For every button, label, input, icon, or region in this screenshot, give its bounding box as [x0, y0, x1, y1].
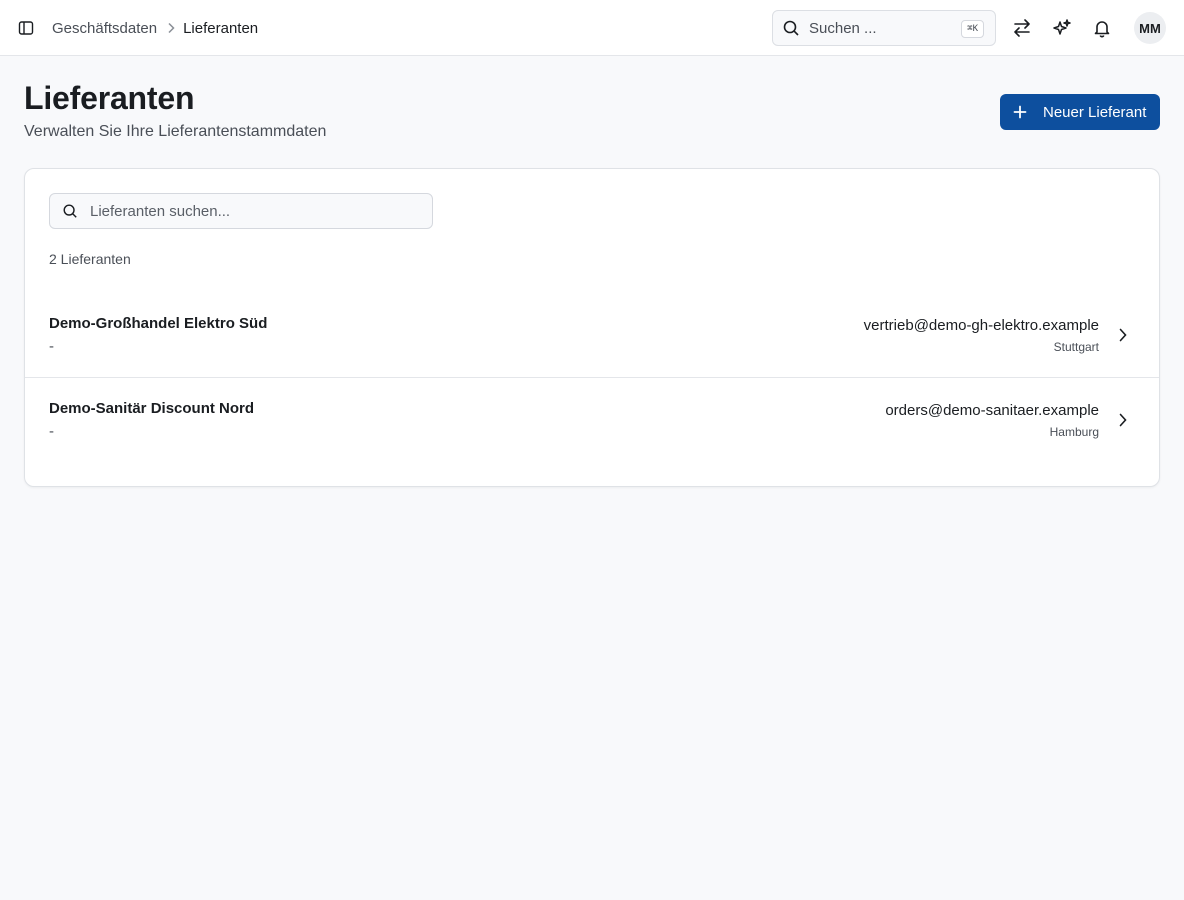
supplier-search-field[interactable]	[49, 193, 433, 229]
chevron-right-icon	[1115, 325, 1131, 345]
switch-button[interactable]	[1008, 14, 1036, 42]
keyboard-shortcut-badge: ⌘K	[961, 20, 984, 38]
supplier-subtitle: -	[49, 423, 54, 440]
page-subtitle: Verwalten Sie Ihre Lieferantenstammdaten	[24, 123, 327, 140]
supplier-row[interactable]: Demo-Sanitär Discount Nord - orders@demo…	[25, 378, 1159, 463]
user-avatar[interactable]: MM	[1134, 12, 1166, 44]
breadcrumb-current: Lieferanten	[183, 19, 259, 37]
supplier-email: orders@demo-sanitaer.example	[885, 402, 1099, 419]
top-bar: Geschäftsdaten Lieferanten Suchen ... ⌘K…	[0, 0, 1184, 56]
supplier-city: Stuttgart	[1053, 340, 1099, 354]
breadcrumb: Geschäftsdaten Lieferanten	[52, 0, 258, 56]
new-supplier-button[interactable]: Neuer Lieferant	[1000, 94, 1160, 130]
global-search-placeholder: Suchen ...	[809, 19, 877, 37]
sidebar-toggle-icon	[18, 21, 34, 35]
global-search-input[interactable]: Suchen ... ⌘K	[772, 10, 996, 46]
sparkles-icon	[1053, 19, 1071, 35]
supplier-email: vertrieb@demo-gh-elektro.example	[863, 317, 1099, 334]
plus-icon	[1013, 105, 1027, 119]
supplier-count: 2 Lieferanten	[49, 251, 131, 267]
bell-icon	[1094, 21, 1110, 38]
page-title: Lieferanten	[24, 80, 195, 116]
ai-assistant-button[interactable]	[1048, 14, 1076, 42]
supplier-row[interactable]: Demo-Großhandel Elektro Süd - vertrieb@d…	[25, 293, 1159, 378]
supplier-city: Hamburg	[1049, 425, 1099, 439]
chevron-right-icon	[167, 22, 175, 34]
supplier-list-card: 2 Lieferanten Demo-Großhandel Elektro Sü…	[24, 168, 1160, 487]
sidebar-toggle-button[interactable]	[14, 16, 38, 40]
supplier-name: Demo-Sanitär Discount Nord	[49, 400, 255, 417]
notifications-button[interactable]	[1088, 14, 1116, 42]
supplier-subtitle: -	[49, 338, 54, 355]
arrows-switch-icon	[1014, 19, 1030, 37]
new-supplier-button-label: Neuer Lieferant	[1043, 103, 1147, 121]
supplier-search-input[interactable]	[90, 202, 410, 220]
breadcrumb-parent-link[interactable]: Geschäftsdaten	[52, 20, 157, 37]
supplier-name: Demo-Großhandel Elektro Süd	[49, 315, 268, 332]
chevron-right-icon	[1115, 410, 1131, 430]
search-icon	[783, 20, 799, 36]
search-icon	[63, 204, 77, 218]
